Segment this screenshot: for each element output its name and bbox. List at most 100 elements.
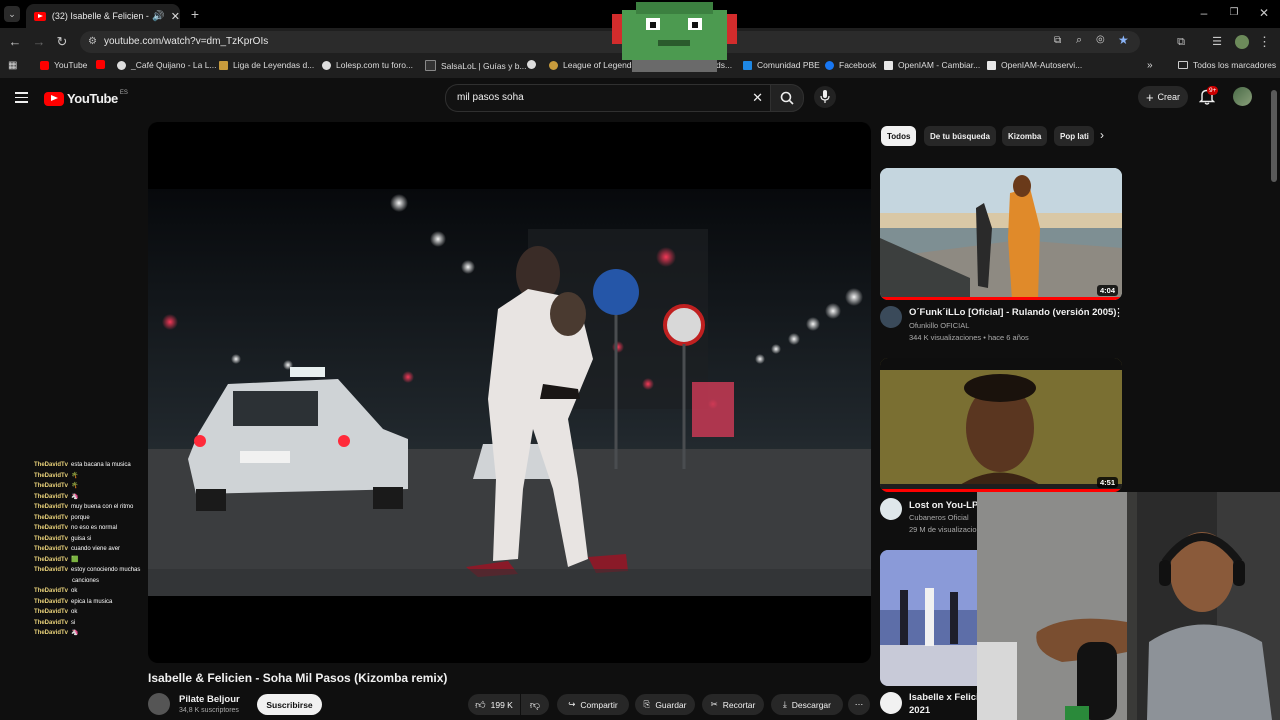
- subscribe-button[interactable]: Suscribirse: [257, 694, 322, 715]
- related-channel-avatar[interactable]: [880, 306, 902, 328]
- related-views: 29 M de visualizacio: [909, 525, 977, 534]
- chat-message: TheDavidTv ok: [34, 586, 154, 597]
- youtube-logo[interactable]: YouTube ES: [44, 89, 128, 106]
- bookmark-salsalol[interactable]: SalsaLoL | Guías y b...: [425, 60, 527, 71]
- tab-search-icon[interactable]: ☰: [1210, 34, 1224, 50]
- bookmark-lolesp[interactable]: Lolesp.com tu foro...: [322, 60, 413, 70]
- profile-avatar-icon[interactable]: [1235, 35, 1249, 49]
- chip-kizomba[interactable]: Kizomba: [1002, 126, 1048, 146]
- related-thumbnail[interactable]: [880, 550, 990, 686]
- more-options-icon[interactable]: ⋮: [1113, 306, 1124, 319]
- install-app-icon[interactable]: ⧉: [1054, 35, 1061, 46]
- related-channel[interactable]: Cubaneros Oficial: [909, 513, 969, 522]
- related-thumbnail[interactable]: 4:04: [880, 168, 1122, 300]
- chat-username: TheDavidTv: [34, 556, 69, 563]
- bookmark-star-icon[interactable]: ★: [1118, 33, 1129, 47]
- download-icon: ⤓: [783, 699, 787, 709]
- bookmark-globe[interactable]: [527, 60, 541, 69]
- thumbnail-image: [880, 550, 990, 686]
- voice-search-button[interactable]: [814, 86, 836, 108]
- clip-button[interactable]: ✂ Recortar: [702, 694, 764, 715]
- chat-text: 🌴: [71, 472, 79, 479]
- related-channel-avatar[interactable]: [880, 692, 902, 714]
- reload-icon[interactable]: ↻: [55, 34, 69, 50]
- search-button[interactable]: [770, 84, 804, 112]
- related-thumbnail[interactable]: 4:51: [880, 358, 1122, 492]
- page-scrollbar[interactable]: [1271, 90, 1277, 182]
- chat-message: TheDavidTv 🟩: [34, 555, 154, 566]
- speaker-icon[interactable]: 🔊: [152, 11, 164, 22]
- clip-label: Recortar: [722, 699, 756, 710]
- dislike-button[interactable]: 👎︎: [521, 694, 549, 715]
- bookmark-youtube[interactable]: YouTube: [40, 60, 87, 70]
- close-window-icon[interactable]: ✕: [1258, 5, 1270, 21]
- chat-username: TheDavidTv: [34, 619, 69, 626]
- bookmark-openiam-cambiar[interactable]: OpenIAM - Cambiar...: [884, 60, 980, 70]
- new-tab-icon[interactable]: +: [188, 6, 202, 22]
- chips-next-chevron-icon[interactable]: ›: [1100, 128, 1104, 142]
- chip-de-tu-busqueda[interactable]: De tu búsqueda: [924, 126, 997, 146]
- video-frame: [148, 189, 871, 596]
- chat-message: TheDavidTv epica la musica: [34, 597, 154, 608]
- chip-pop-latino[interactable]: Pop lati: [1054, 126, 1094, 146]
- chat-username: TheDavidTv: [34, 462, 69, 468]
- tab-title: (32) Isabelle & Felicien - So: [51, 11, 151, 21]
- bookmark-cafe-quijano[interactable]: _Café Quijano - La L...: [117, 60, 217, 70]
- zoom-icon[interactable]: ⌕: [1076, 34, 1082, 47]
- related-title[interactable]: Lost on You-LP: [909, 500, 978, 511]
- address-bar[interactable]: ⚙ youtube.com/watch?v=dm_TzKprOIs ⧉ ⌕ ◎ …: [80, 31, 1140, 53]
- like-button[interactable]: 👍︎ 199 K: [468, 694, 520, 715]
- minimize-icon[interactable]: –: [1198, 5, 1210, 21]
- all-bookmarks-folder[interactable]: Todos los marcadores: [1178, 60, 1276, 70]
- share-button[interactable]: ↪ Compartir: [557, 694, 629, 715]
- watch-progress-bar: [880, 297, 1122, 300]
- forward-icon[interactable]: →: [32, 34, 46, 50]
- video-scene-image: [148, 189, 871, 596]
- restore-icon[interactable]: ❐: [1228, 5, 1240, 21]
- bookmark-youtube-2[interactable]: [96, 60, 110, 69]
- bookmark-liga-leyendas[interactable]: Liga de Leyendas d...: [219, 60, 314, 70]
- search-input[interactable]: [455, 91, 739, 104]
- chat-text: canciones: [72, 577, 100, 584]
- browser-tab-active[interactable]: (32) Isabelle & Felicien - So 🔊 ✕: [26, 4, 180, 28]
- channel-name[interactable]: Pilate Beljour: [179, 694, 240, 705]
- chat-text: ok: [71, 609, 78, 615]
- youtube-favicon-icon: [34, 11, 46, 21]
- tracking-off-icon[interactable]: ◎: [1096, 34, 1105, 45]
- chat-message: TheDavidTv ok: [34, 607, 154, 618]
- bookmark-facebook[interactable]: Facebook: [825, 60, 876, 70]
- tab-search-chevron-icon[interactable]: ⌄: [4, 6, 20, 22]
- chip-todos[interactable]: Todos: [881, 126, 917, 146]
- apps-grid-icon[interactable]: ▦: [8, 60, 17, 71]
- site-info-icon[interactable]: ⚙: [88, 36, 97, 47]
- related-channel[interactable]: Ofunkillo OFICIAL: [909, 321, 969, 330]
- thumbnail-image: [880, 358, 1122, 492]
- bookmark-comunidad-pbe[interactable]: Comunidad PBE: [743, 60, 820, 70]
- save-button[interactable]: ⎘ Guardar: [635, 694, 695, 715]
- youtube-logo-text: YouTube: [67, 91, 118, 106]
- related-channel-avatar[interactable]: [880, 498, 902, 520]
- notifications-badge: 9+: [1207, 86, 1219, 95]
- related-title-line-2[interactable]: 2021: [909, 705, 930, 716]
- account-avatar[interactable]: [1233, 87, 1252, 106]
- more-horizontal-icon: ⋯: [854, 699, 864, 709]
- video-player[interactable]: [148, 122, 871, 663]
- create-button[interactable]: + Crear: [1138, 86, 1188, 108]
- chat-message: TheDavidTv guisa si: [34, 534, 154, 545]
- related-title[interactable]: O´Funk´iLLo [Oficial] - Rulando (versión…: [909, 307, 1116, 318]
- related-title[interactable]: Isabelle x Felici: [909, 692, 979, 703]
- clear-search-icon[interactable]: ✕: [752, 90, 763, 106]
- guide-menu-icon[interactable]: [15, 92, 28, 103]
- channel-avatar[interactable]: [148, 693, 170, 715]
- extension-icon[interactable]: ⧉: [1174, 34, 1188, 50]
- search-box[interactable]: ✕: [445, 84, 771, 112]
- more-bookmarks-icon[interactable]: »: [1147, 60, 1153, 71]
- download-button[interactable]: ⤓ Descargar: [771, 694, 843, 715]
- bookmark-openiam-autoservi[interactable]: OpenIAM-Autoservi...: [987, 60, 1082, 70]
- close-tab-icon[interactable]: ✕: [171, 10, 180, 23]
- related-age: hace 6 años: [987, 333, 1029, 342]
- more-actions-button[interactable]: ⋯: [848, 694, 870, 715]
- chrome-menu-icon[interactable]: ⋮: [1258, 34, 1271, 50]
- country-code: ES: [119, 89, 128, 96]
- back-icon[interactable]: ←: [8, 34, 22, 50]
